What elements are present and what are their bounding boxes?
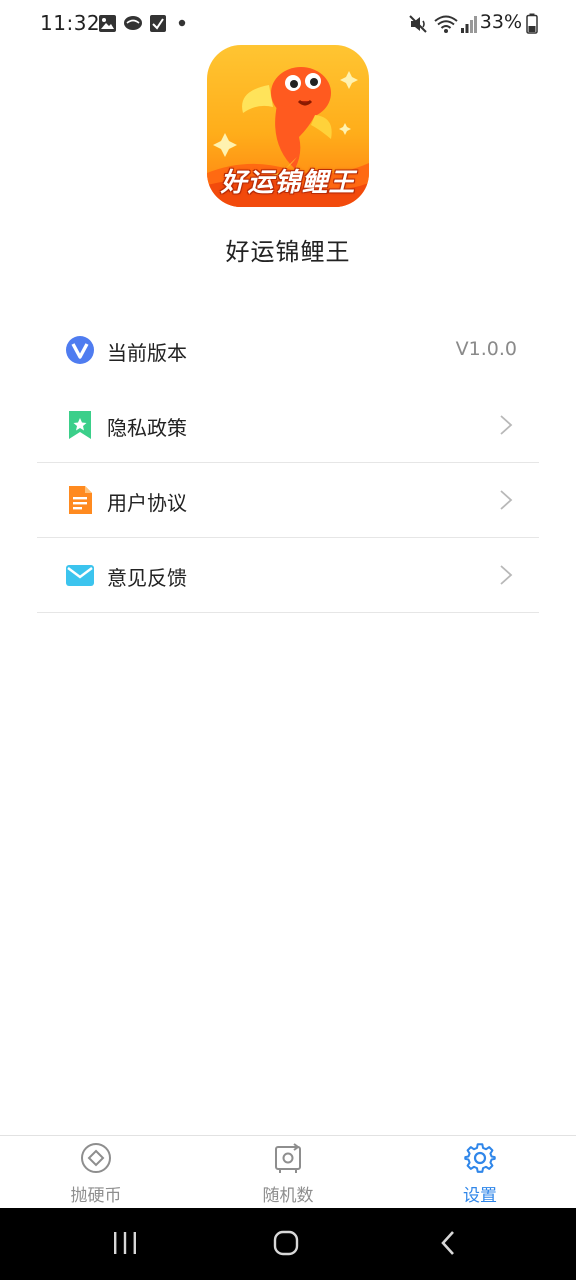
image-icon [99,15,116,32]
settings-item-label: 意见反馈 [107,566,187,590]
settings-item-agreement[interactable]: 用户协议 [37,463,539,538]
tab-label: 随机数 [262,1186,314,1206]
coin-icon [81,1143,111,1173]
version-icon [66,336,94,364]
wifi-icon [434,15,458,33]
recent-apps-icon[interactable] [112,1228,138,1258]
version-value: V1.0.0 [455,338,517,360]
chevron-right-icon [500,565,513,585]
gear-icon [464,1143,496,1173]
settings-item-label: 用户协议 [107,491,187,515]
chevron-right-icon [500,490,513,510]
tab-coin-flip[interactable]: 抛硬币 [36,1136,156,1209]
signal-icon [461,16,477,33]
settings-item-version: 当前版本 V1.0.0 [37,313,539,388]
status-bar: 11:32 33% [0,0,576,48]
feedback-icon [66,565,94,586]
mute-icon [409,15,427,33]
tab-settings[interactable]: 设置 [420,1136,540,1209]
bottom-nav: 抛硬币 随机数 设置 [0,1135,576,1208]
app-name: 好运锦鲤王 [225,238,351,266]
settings-list: 当前版本 V1.0.0 隐私政策 用户协议 意见反馈 [37,313,539,613]
agreement-icon [69,486,92,514]
tab-random-number[interactable]: 随机数 [228,1136,348,1209]
settings-item-privacy[interactable]: 隐私政策 [37,388,539,463]
home-icon[interactable] [272,1228,300,1258]
back-icon[interactable] [438,1228,458,1258]
dot-icon [178,19,186,27]
app-logo: 好运锦鲤王 [207,45,369,207]
tab-label: 抛硬币 [70,1186,122,1206]
random-icon [275,1143,301,1173]
settings-item-label: 当前版本 [107,341,187,365]
chat-bubble-icon [124,16,142,30]
status-time: 11:32 [40,11,101,35]
app-logo-text: 好运锦鲤王 [220,168,356,198]
battery-icon [526,13,538,34]
privacy-icon [69,411,91,439]
tab-label: 设置 [463,1186,497,1206]
chevron-right-icon [500,415,513,435]
settings-item-feedback[interactable]: 意见反馈 [37,538,539,613]
checkbox-icon [150,15,166,32]
system-nav-bar [0,1208,576,1280]
settings-item-label: 隐私政策 [107,416,187,440]
battery-percent: 33% [479,11,522,33]
